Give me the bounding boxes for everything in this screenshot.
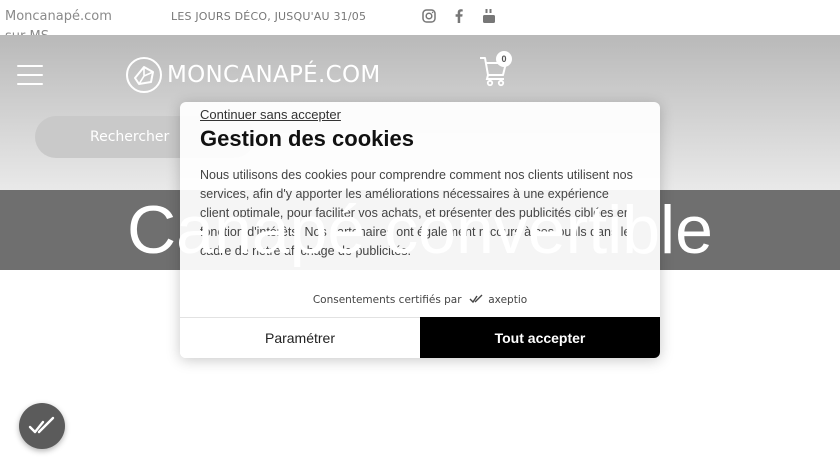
double-check-icon bbox=[28, 416, 55, 434]
site-logo[interactable]: MONCANAPÉ.COM bbox=[125, 55, 381, 95]
certified-label: Consentements certifiés par bbox=[312, 294, 462, 306]
accept-all-button[interactable]: Tout accepter bbox=[420, 317, 660, 358]
logo-text: MONCANAPÉ.COM bbox=[167, 62, 381, 88]
facebook-icon[interactable] bbox=[451, 8, 467, 24]
page-title: Canapé convertible bbox=[127, 192, 713, 268]
promo-text: LES JOURS DÉCO, JUSQU'AU 31/05 bbox=[171, 10, 367, 23]
instagram-icon[interactable] bbox=[421, 8, 437, 24]
logo-mark-icon bbox=[126, 57, 162, 93]
cart-count-badge: 0 bbox=[496, 51, 512, 67]
axeptio-brand: axeptio bbox=[488, 294, 528, 306]
continue-without-accepting-link[interactable]: Continuer sans accepter bbox=[200, 107, 341, 122]
menu-icon[interactable] bbox=[17, 65, 43, 85]
certified-by: Consentements certifiés par axeptio bbox=[180, 294, 660, 306]
site-name-link[interactable]: Moncanapé.com sur MS bbox=[5, 7, 135, 35]
cookie-settings-button[interactable]: Paramétrer bbox=[180, 317, 420, 358]
cookie-dialog-title: Gestion des cookies bbox=[200, 126, 414, 151]
axeptio-check-icon bbox=[469, 294, 483, 304]
top-bar: Moncanapé.com sur MS LES JOURS DÉCO, JUS… bbox=[0, 0, 840, 35]
cookie-preferences-button[interactable] bbox=[19, 403, 65, 449]
youtube-icon[interactable] bbox=[481, 8, 497, 24]
